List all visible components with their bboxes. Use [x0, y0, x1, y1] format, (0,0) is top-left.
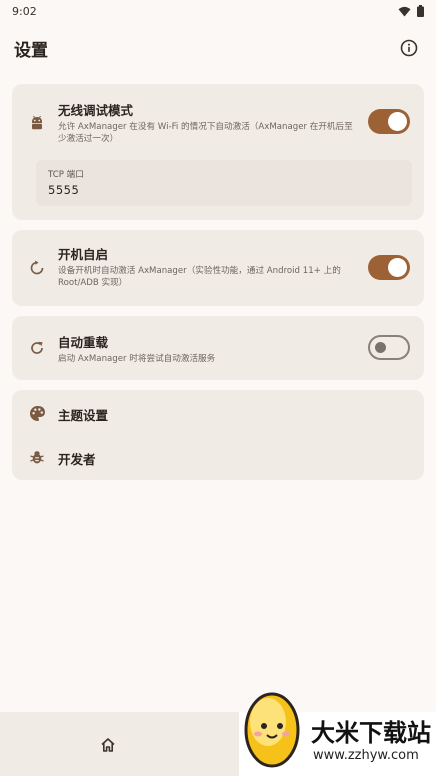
info-icon [400, 39, 418, 57]
battery-icon [417, 5, 424, 17]
auto-reload-description: 启动 AxManager 时将尝试自动激活服务 [58, 354, 216, 364]
watermark-brand: 大米下载站 [311, 719, 431, 747]
refresh-icon [28, 339, 46, 357]
auto-reload-card: 自动重载 启动 AxManager 时将尝试自动激活服务 [12, 316, 424, 380]
page-title: 设置 [14, 40, 48, 61]
tcp-port-field[interactable]: TCP 端口 5555 [36, 160, 412, 206]
info-button[interactable] [398, 37, 420, 59]
auto-reload-toggle[interactable] [368, 335, 410, 360]
palette-icon [28, 404, 46, 422]
wireless-debugging-description: 允许 AxManager 在没有 Wi-Fi 的情况下自动激活（AxManage… [58, 122, 353, 144]
status-time: 9:02 [12, 4, 37, 18]
wifi-icon [398, 6, 411, 16]
boot-start-description: 设备开机时自动激活 AxManager（实验性功能，通过 Android 11+… [58, 266, 341, 288]
home-icon [101, 738, 115, 752]
developer-item[interactable]: 开发者 [12, 435, 424, 479]
status-bar: 9:02 [0, 0, 436, 22]
restart-icon [28, 259, 46, 277]
wireless-debugging-title: 无线调试模式 [58, 103, 134, 118]
status-icons [398, 5, 424, 17]
wireless-debugging-card: 无线调试模式 允许 AxManager 在没有 Wi-Fi 的情况下自动激活（A… [12, 84, 424, 220]
wireless-debugging-toggle[interactable] [368, 109, 410, 134]
tcp-port-value: 5555 [48, 183, 80, 197]
menu-card: 主题设置 开发者 [12, 390, 424, 480]
tcp-port-label: TCP 端口 [48, 170, 84, 180]
developer-label: 开发者 [58, 452, 96, 467]
watermark-url: www.zzhyw.com [313, 748, 419, 763]
app-bar: 设置 [0, 28, 436, 68]
toggle-knob [388, 258, 407, 277]
toggle-knob [388, 112, 407, 131]
boot-start-title: 开机自启 [58, 247, 109, 262]
theme-settings-item[interactable]: 主题设置 [12, 391, 424, 435]
boot-start-card: 开机自启 设备开机时自动激活 AxManager（实验性功能，通过 Androi… [12, 230, 424, 306]
bug-icon [28, 448, 46, 466]
theme-settings-label: 主题设置 [58, 408, 109, 423]
toggle-knob [375, 342, 386, 353]
auto-reload-title: 自动重载 [58, 335, 109, 350]
android-icon [28, 114, 46, 132]
home-nav-button[interactable] [97, 734, 119, 756]
boot-start-toggle[interactable] [368, 255, 410, 280]
